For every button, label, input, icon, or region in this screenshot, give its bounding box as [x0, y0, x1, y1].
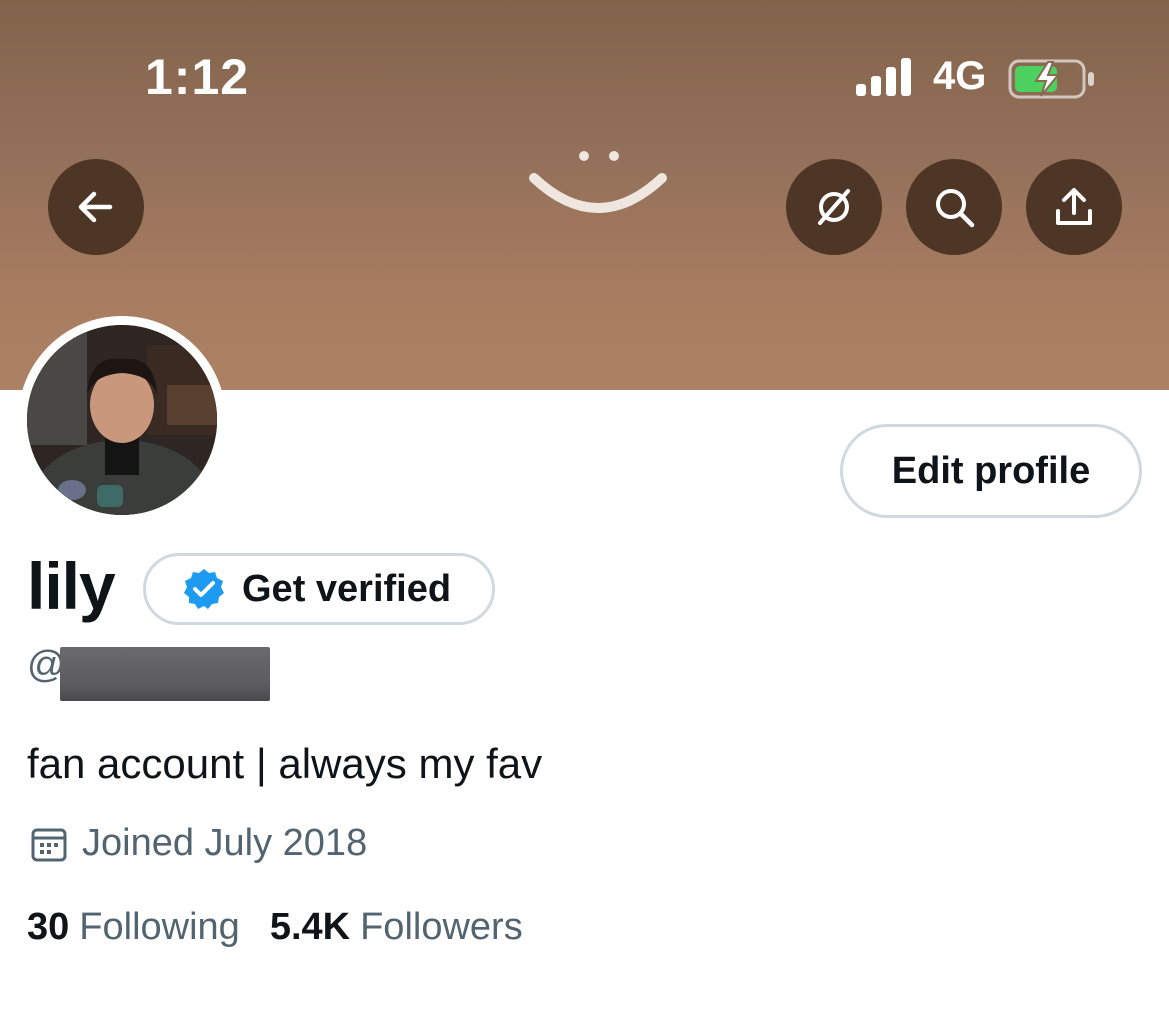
followers-label: Followers [360, 906, 523, 948]
display-name: lily [27, 549, 116, 623]
redacted-handle [60, 647, 270, 701]
followers-count: 5.4K [269, 906, 351, 948]
profile-page: 1:12 4G Edit profile lily Get verified @… [0, 0, 1169, 1026]
following-label: Following [79, 906, 240, 948]
edit-profile-button[interactable]: Edit profile [840, 424, 1142, 518]
battery-charging-icon [1008, 59, 1094, 99]
share-icon [1056, 188, 1092, 225]
no-entry-icon [818, 189, 850, 225]
share-button[interactable] [1026, 159, 1122, 255]
followers-link[interactable]: 5.4K Followers [270, 906, 523, 949]
following-link[interactable]: 30 Following [27, 906, 240, 949]
get-verified-button[interactable]: Get verified [143, 553, 495, 625]
avatar[interactable] [27, 325, 217, 515]
back-button[interactable] [48, 159, 144, 255]
status-time: 1:12 [145, 49, 250, 105]
joined-label: Joined July 2018 [82, 822, 368, 864]
search-button[interactable] [906, 159, 1002, 255]
profile-bio: fan account | always my fav [27, 740, 543, 787]
verified-badge-icon [184, 569, 224, 609]
following-count: 30 [27, 906, 70, 948]
get-verified-label: Get verified [242, 567, 452, 610]
search-icon [936, 189, 975, 228]
smiley-banner-art [529, 151, 667, 213]
block-button[interactable] [786, 159, 882, 255]
arrow-left-icon [78, 191, 113, 223]
joined-date: Joined July 2018 [30, 822, 367, 865]
avatar-photo [27, 325, 217, 515]
network-label: 4G [933, 54, 987, 98]
calendar-icon [31, 828, 67, 861]
follow-stats: 30 Following 5.4K Followers [27, 906, 523, 949]
signal-icon [856, 58, 911, 96]
